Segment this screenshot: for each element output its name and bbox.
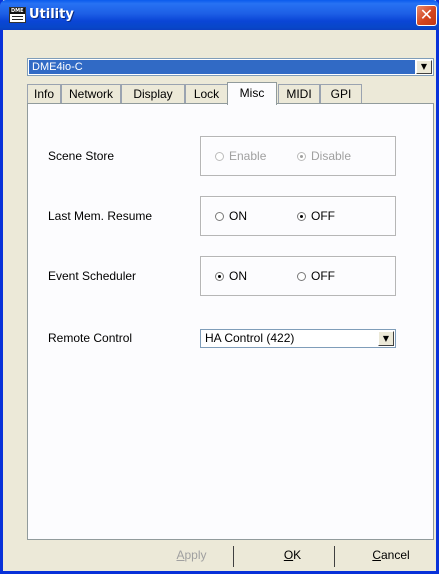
tab-display[interactable]: Display [121,84,185,104]
apply-button[interactable]: Apply [150,546,234,567]
radio-label: ON [229,209,247,223]
radio-circle-icon [297,211,306,221]
misc-panel: Scene Store Enable Disable Last Mem. Res… [27,103,434,540]
radio-label: Enable [229,149,267,163]
radio-circle-icon [215,151,224,161]
scene-store-group: Enable Disable [200,136,396,176]
utility-window: DME Utility ✕ DME4io-C ▼ Info Network Di… [0,0,439,574]
tab-misc[interactable]: Misc [227,82,277,105]
window-title: Utility [29,7,74,22]
radio-label: OFF [311,269,335,283]
tab-info[interactable]: Info [27,84,61,104]
radio-circle-icon [215,271,224,281]
tab-lock[interactable]: Lock [185,84,228,104]
radio-circle-icon [297,151,306,161]
device-select[interactable]: DME4io-C ▼ [27,58,434,76]
remote-control-select[interactable]: HA Control (422) ▼ [200,329,396,348]
last-mem-resume-off-radio[interactable]: OFF [297,209,335,223]
event-scheduler-on-radio[interactable]: ON [215,269,247,283]
remote-control-value: HA Control (422) [205,331,295,345]
event-scheduler-label: Event Scheduler [48,269,137,283]
dme-app-icon: DME [9,7,26,23]
cancel-button[interactable]: Cancel [349,546,433,567]
ok-button[interactable]: OK [251,546,335,567]
last-mem-resume-on-radio[interactable]: ON [215,209,247,223]
radio-label: ON [229,269,247,283]
remote-control-label: Remote Control [48,331,133,345]
scene-store-enable-radio[interactable]: Enable [215,149,266,163]
radio-circle-icon [215,211,224,221]
tab-gpi[interactable]: GPI [320,84,362,104]
scene-store-disable-radio[interactable]: Disable [297,149,351,163]
radio-circle-icon [297,271,306,281]
dropdown-arrow-icon[interactable]: ▼ [416,60,432,74]
event-scheduler-off-radio[interactable]: OFF [297,269,335,283]
tab-network[interactable]: Network [61,84,121,104]
scene-store-label: Scene Store [48,149,115,163]
device-select-value: DME4io-C [29,60,415,74]
dropdown-arrow-icon[interactable]: ▼ [378,331,394,346]
last-mem-resume-label: Last Mem. Resume [48,209,153,223]
title-bar[interactable]: DME Utility ✕ [0,0,439,30]
last-mem-resume-group: ON OFF [200,196,396,236]
radio-label: OFF [311,209,335,223]
close-icon: ✕ [419,5,434,24]
radio-label: Disable [311,149,352,163]
event-scheduler-group: ON OFF [200,256,396,296]
tab-bar: Info Network Display Lock Misc MIDI GPI [27,82,434,105]
close-button[interactable]: ✕ [416,5,437,26]
tab-midi[interactable]: MIDI [278,84,320,104]
